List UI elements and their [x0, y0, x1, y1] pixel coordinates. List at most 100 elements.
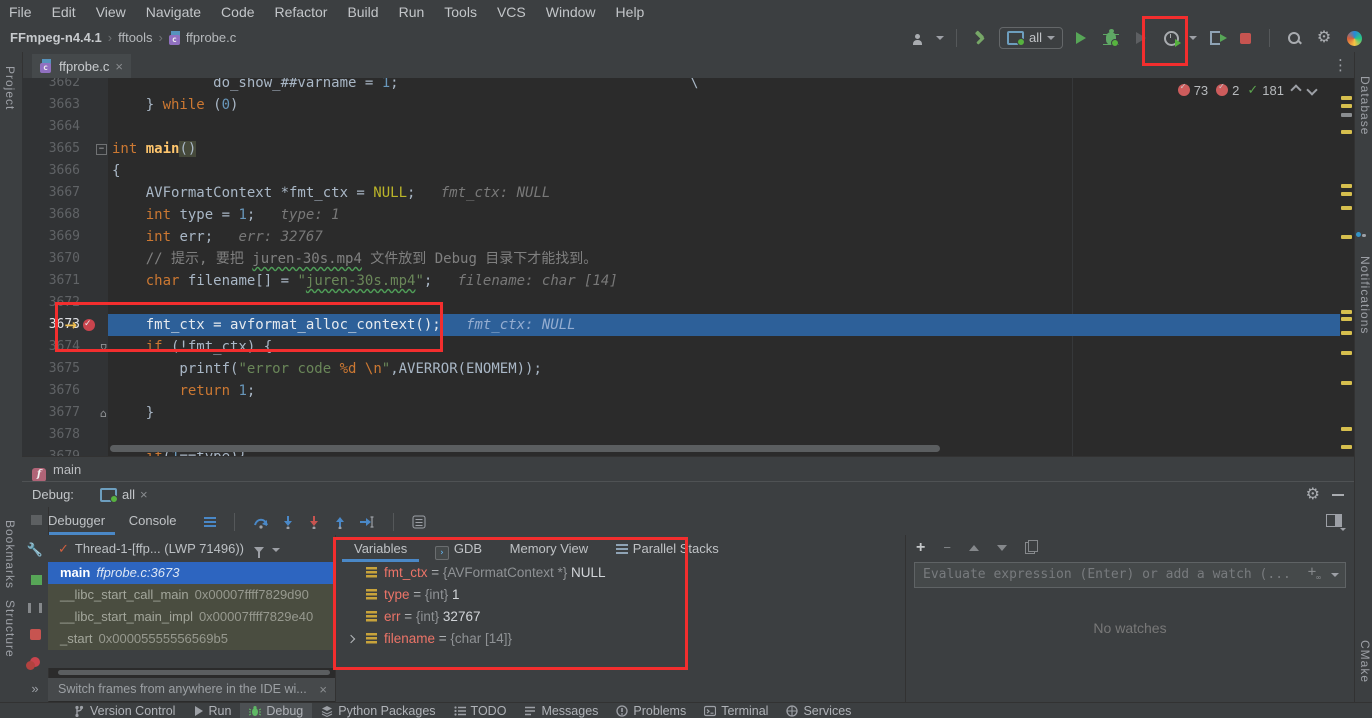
menu-view[interactable]: View — [86, 0, 136, 24]
resume-icon[interactable] — [28, 573, 42, 587]
gutter-line-3662[interactable]: 3662 — [22, 78, 108, 94]
add-watch-icon[interactable]: + — [916, 539, 925, 557]
fold-marker[interactable]: ⌂ — [100, 408, 107, 419]
code-editor[interactable]: 3662 do_show_##varname = 1;\3663 } while… — [22, 78, 1340, 456]
user-dropdown-icon[interactable] — [936, 36, 944, 40]
gutter-line-3679[interactable]: 3679 — [22, 446, 108, 456]
gutter-line-3670[interactable]: 3670 — [22, 248, 108, 270]
code-line-3675[interactable]: 3675 printf("error code %d \n",AVERROR(E… — [22, 358, 1340, 380]
code-line-3669[interactable]: 3669 int err; err: 32767 — [22, 226, 1340, 248]
move-up-icon[interactable] — [969, 545, 979, 551]
prev-problem-icon[interactable] — [1290, 84, 1301, 95]
gutter-line-3676[interactable]: 3676 — [22, 380, 108, 402]
gutter-line-3673[interactable]: 3673→✓ — [22, 314, 108, 336]
statusbar-todo[interactable]: TODO — [445, 703, 516, 718]
code-line-3676[interactable]: 3676 return 1; — [22, 380, 1340, 402]
gear-icon[interactable]: ⚙ — [1312, 27, 1336, 49]
toolwindow-bookmarks[interactable]: Bookmarks — [3, 520, 17, 589]
editor-error-stripe[interactable] — [1340, 78, 1354, 456]
frame-row[interactable]: __libc_start_main_impl0x00007ffff7829e40 — [48, 606, 335, 628]
frame-row[interactable]: mainffprobe.c:3673 — [48, 562, 335, 584]
debug-settings-gear-icon[interactable]: ⚙ — [1306, 487, 1320, 503]
menu-window[interactable]: Window — [536, 0, 606, 24]
breadcrumb-item-ffprobe.c[interactable]: ffprobe.c — [186, 30, 236, 45]
menu-tools[interactable]: Tools — [434, 0, 487, 24]
gutter-line-3665[interactable]: 3665− — [22, 138, 108, 160]
expression-dropdown-icon[interactable] — [1331, 573, 1339, 577]
gutter-line-3677[interactable]: 3677⌂ — [22, 402, 108, 424]
build-hammer-icon[interactable] — [969, 27, 993, 49]
gutter-line-3663[interactable]: 3663 — [22, 94, 108, 116]
attach-to-process-icon[interactable] — [1203, 27, 1227, 49]
editor-horizontal-scrollbar[interactable] — [110, 445, 940, 452]
statusbar-run[interactable]: Run — [184, 703, 240, 718]
code-line-3664[interactable]: 3664 — [22, 116, 1340, 138]
view-breakpoints-icon[interactable] — [28, 655, 42, 669]
debug-button[interactable] — [1099, 27, 1123, 49]
search-icon[interactable] — [1282, 27, 1306, 49]
inspections-widget[interactable]: ✓73 ✓2 ✓181 — [1178, 82, 1316, 98]
session-close-icon[interactable]: × — [140, 482, 148, 508]
toolwindow-cmake[interactable]: CMake — [1358, 640, 1372, 683]
run-config-selector[interactable]: all — [999, 27, 1063, 49]
menu-help[interactable]: Help — [606, 0, 655, 24]
step-out-icon[interactable] — [333, 515, 347, 529]
code-line-3671[interactable]: 3671 char filename[] = "juren-30s.mp4"; … — [22, 270, 1340, 292]
breakpoint-icon[interactable]: ✓ — [83, 319, 95, 331]
menu-file[interactable]: File — [0, 0, 42, 24]
tab-debugger[interactable]: Debugger — [38, 507, 115, 535]
filter-funnel-icon[interactable] — [254, 547, 264, 553]
statusbar-services[interactable]: Services — [777, 703, 860, 718]
more-icon[interactable]: » — [28, 681, 42, 695]
step-over-icon[interactable] — [253, 515, 269, 529]
statusbar-messages[interactable]: Messages — [515, 703, 607, 718]
tab-gdb[interactable]: ›GDB — [423, 535, 494, 559]
fold-marker[interactable]: − — [96, 144, 107, 155]
code-line-3662[interactable]: 3662 do_show_##varname = 1;\ — [22, 78, 1340, 94]
breadcrumb-function[interactable]: main — [53, 462, 81, 477]
frames-scrollbar[interactable] — [58, 670, 330, 675]
menu-navigate[interactable]: Navigate — [136, 0, 211, 24]
code-line-3674[interactable]: 3674⌂ if (!fmt_ctx) { — [22, 336, 1340, 358]
toolwindow-notifications[interactable]: Notifications — [1358, 256, 1372, 334]
gutter-line-3671[interactable]: 3671 — [22, 270, 108, 292]
stop-button[interactable] — [1233, 27, 1257, 49]
variable-row-err[interactable]: err = {int} 32767 — [336, 606, 905, 628]
code-line-3663[interactable]: 3663 } while (0) — [22, 94, 1340, 116]
step-into-icon[interactable] — [281, 515, 295, 529]
statusbar-problems[interactable]: Problems — [607, 703, 695, 718]
run-button[interactable] — [1069, 27, 1093, 49]
duplicate-icon[interactable] — [1025, 542, 1035, 554]
remove-watch-icon[interactable]: − — [943, 540, 951, 555]
gutter-line-3667[interactable]: 3667 — [22, 182, 108, 204]
user-icon[interactable] — [906, 27, 930, 49]
toolwindow-database[interactable]: Database — [1358, 76, 1372, 135]
breadcrumb-item-ffmpeg-n4.4.1[interactable]: FFmpeg-n4.4.1 — [10, 30, 102, 45]
rerun-icon[interactable] — [28, 513, 42, 527]
gutter-line-3674[interactable]: 3674⌂ — [22, 336, 108, 358]
show-execution-point-icon[interactable] — [204, 517, 216, 527]
gutter-line-3666[interactable]: 3666 — [22, 160, 108, 182]
move-down-icon[interactable] — [997, 545, 1007, 551]
next-problem-icon[interactable] — [1306, 84, 1317, 95]
run-with-coverage-icon[interactable] — [1129, 27, 1153, 49]
statusbar-debug[interactable]: Debug — [240, 703, 312, 718]
code-line-3673[interactable]: 3673→✓ fmt_ctx = avformat_alloc_context(… — [22, 314, 1340, 336]
menu-run[interactable]: Run — [389, 0, 435, 24]
hide-panel-icon[interactable] — [1332, 494, 1344, 496]
stop-icon[interactable] — [28, 627, 42, 641]
frame-row[interactable]: _start0x00005555556569b5 — [48, 628, 335, 650]
gutter-line-3675[interactable]: 3675 — [22, 358, 108, 380]
settings-wrench-icon[interactable]: 🔧 — [28, 543, 42, 557]
breadcrumb-item-fftools[interactable]: fftools — [118, 30, 152, 45]
code-line-3672[interactable]: 3672 — [22, 292, 1340, 314]
statusbar-python-packages[interactable]: Python Packages — [312, 703, 444, 718]
toolwindow-project[interactable]: Project — [3, 66, 17, 110]
profiler-icon[interactable] — [1159, 27, 1183, 49]
gutter-line-3678[interactable]: 3678 — [22, 424, 108, 446]
statusbar-version-control[interactable]: Version Control — [64, 703, 184, 718]
menu-code[interactable]: Code — [211, 0, 264, 24]
code-line-3670[interactable]: 3670 // 提示, 要把 juren-30s.mp4 文件放到 Debug … — [22, 248, 1340, 270]
code-line-3678[interactable]: 3678 — [22, 424, 1340, 446]
gutter-line-3668[interactable]: 3668 — [22, 204, 108, 226]
